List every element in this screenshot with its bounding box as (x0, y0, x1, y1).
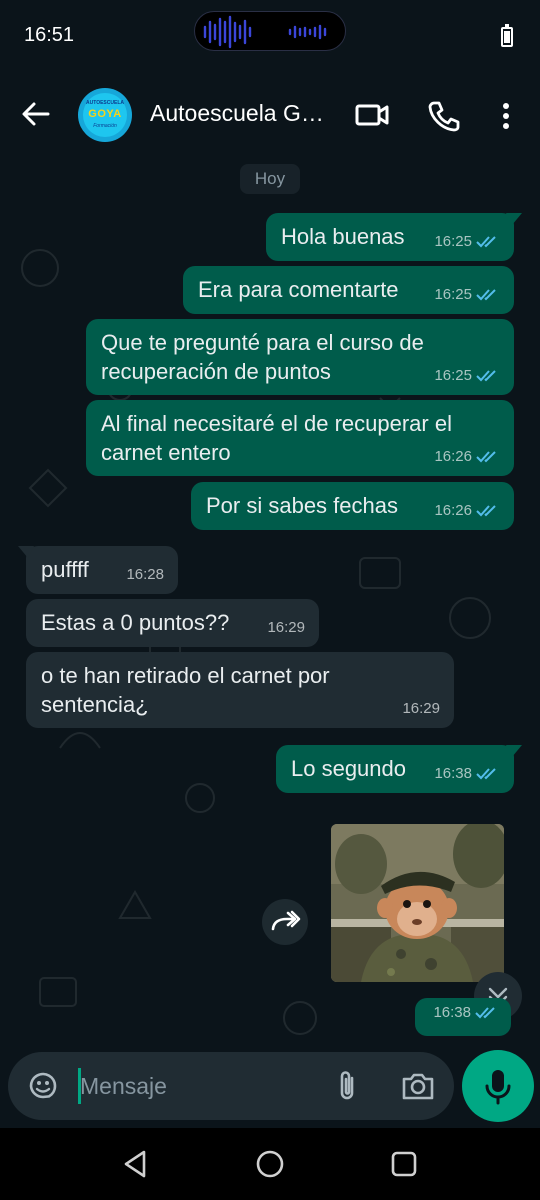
message-meta: 16:26 (434, 496, 500, 525)
message-time: 16:26 (434, 448, 472, 465)
message-line: recuperación de puntos (101, 359, 331, 384)
voice-message-button[interactable] (462, 1050, 534, 1122)
date-separator: Hoy (240, 164, 300, 194)
message-time: 16:28 (126, 566, 164, 583)
message-composer (8, 1052, 454, 1120)
message-line: sentencia¿ (41, 692, 149, 717)
outgoing-message[interactable]: Era para comentarte 16:25 (183, 266, 514, 314)
message-line: Que te pregunté para el curso de (101, 330, 424, 355)
message-meta: 16:25 (434, 227, 500, 256)
message-line: o te han retirado el carnet por (41, 663, 330, 688)
chat-header: AUTOESCUELA GOYA Formación Autoescuela G… (0, 72, 540, 158)
outgoing-message[interactable]: Al final necesitaré el de recuperar el c… (86, 400, 514, 476)
double-check-icon (476, 288, 496, 300)
double-check-icon (475, 1006, 495, 1018)
image-message-meta: 16:38 (415, 998, 511, 1036)
message-time: 16:26 (434, 502, 472, 519)
outgoing-message[interactable]: Hola buenas 16:25 (266, 213, 522, 261)
bubble-tail (18, 546, 34, 558)
image-message[interactable] (331, 824, 504, 982)
message-meta: 16:38 (433, 998, 499, 1027)
message-meta: 16:29 (267, 613, 305, 642)
avatar-logo-top-text: AUTOESCUELA (86, 100, 124, 106)
avatar-logo-bottom-text: Formación (93, 123, 117, 129)
monkey-soldier-image (331, 824, 504, 982)
more-vertical-icon[interactable] (494, 98, 518, 134)
forward-button[interactable] (262, 899, 308, 945)
message-meta: 16:25 (434, 361, 500, 390)
incoming-message[interactable]: o te han retirado el carnet por sentenci… (26, 652, 454, 728)
paperclip-icon[interactable] (332, 1068, 362, 1104)
camera-icon[interactable] (400, 1070, 436, 1102)
status-bar: 16:51 (0, 0, 540, 72)
system-navigation-bar (0, 1128, 540, 1200)
message-text: Lo segundo (291, 756, 406, 781)
message-time: 16:25 (434, 367, 472, 384)
chat-area[interactable]: Hoy Hola buenas 16:25 Era para comentart… (0, 158, 540, 1048)
message-text: puffff (41, 557, 89, 582)
message-meta: 16:38 (434, 759, 500, 788)
message-input[interactable] (80, 1066, 320, 1106)
message-text: Hola buenas (281, 224, 405, 249)
message-time: 16:29 (267, 619, 305, 636)
message-text: Que te pregunté para el curso de recuper… (101, 328, 424, 386)
message-time: 16:38 (433, 1004, 471, 1021)
message-line: carnet entero (101, 440, 231, 465)
battery-icon (501, 24, 513, 47)
message-meta: 16:26 (434, 442, 500, 471)
double-check-icon (476, 235, 496, 247)
message-time: 16:25 (434, 233, 472, 250)
nav-recents-icon[interactable] (386, 1146, 422, 1182)
avatar-logo-brand: GOYA (88, 108, 122, 120)
forward-icon (271, 910, 301, 931)
audio-wave-icon (203, 15, 327, 49)
message-text: Por si sabes fechas (206, 493, 398, 518)
message-meta: 16:25 (434, 280, 500, 309)
contact-avatar[interactable]: AUTOESCUELA GOYA Formación (78, 88, 132, 142)
message-time: 16:29 (402, 700, 440, 717)
outgoing-message[interactable]: Por si sabes fechas 16:26 (191, 482, 514, 530)
message-text: Estas a 0 puntos?? (41, 610, 230, 635)
double-check-icon (476, 767, 496, 779)
incoming-message[interactable]: Estas a 0 puntos?? 16:29 (26, 599, 319, 647)
nav-home-icon[interactable] (252, 1146, 288, 1182)
message-time: 16:38 (434, 765, 472, 782)
dynamic-island-audio-indicator (194, 11, 346, 51)
microphone-icon (485, 1070, 511, 1105)
message-text: Era para comentarte (198, 277, 399, 302)
incoming-message[interactable]: puffff 16:28 (18, 546, 178, 594)
status-time: 16:51 (24, 24, 75, 46)
double-check-icon (476, 369, 496, 381)
nav-back-icon[interactable] (118, 1146, 154, 1182)
double-check-icon (476, 504, 496, 516)
sticker-icon[interactable] (26, 1069, 60, 1103)
bubble-tail (506, 745, 522, 757)
message-time: 16:25 (434, 286, 472, 303)
message-text: Al final necesitaré el de recuperar el c… (101, 409, 452, 467)
outgoing-message[interactable]: Lo segundo 16:38 (276, 745, 522, 793)
message-line: Al final necesitaré el de recuperar el (101, 411, 452, 436)
bubble-tail (506, 213, 522, 225)
video-camera-icon[interactable] (354, 100, 390, 130)
message-meta: 16:29 (402, 694, 440, 723)
phone-icon[interactable] (426, 98, 462, 134)
message-text: o te han retirado el carnet por sentenci… (41, 661, 330, 719)
message-meta: 16:28 (126, 560, 164, 589)
contact-name[interactable]: Autoescuela G… (150, 100, 336, 127)
double-check-icon (476, 450, 496, 462)
outgoing-message[interactable]: Que te pregunté para el curso de recuper… (86, 319, 514, 395)
arrow-left-icon[interactable] (18, 94, 54, 134)
